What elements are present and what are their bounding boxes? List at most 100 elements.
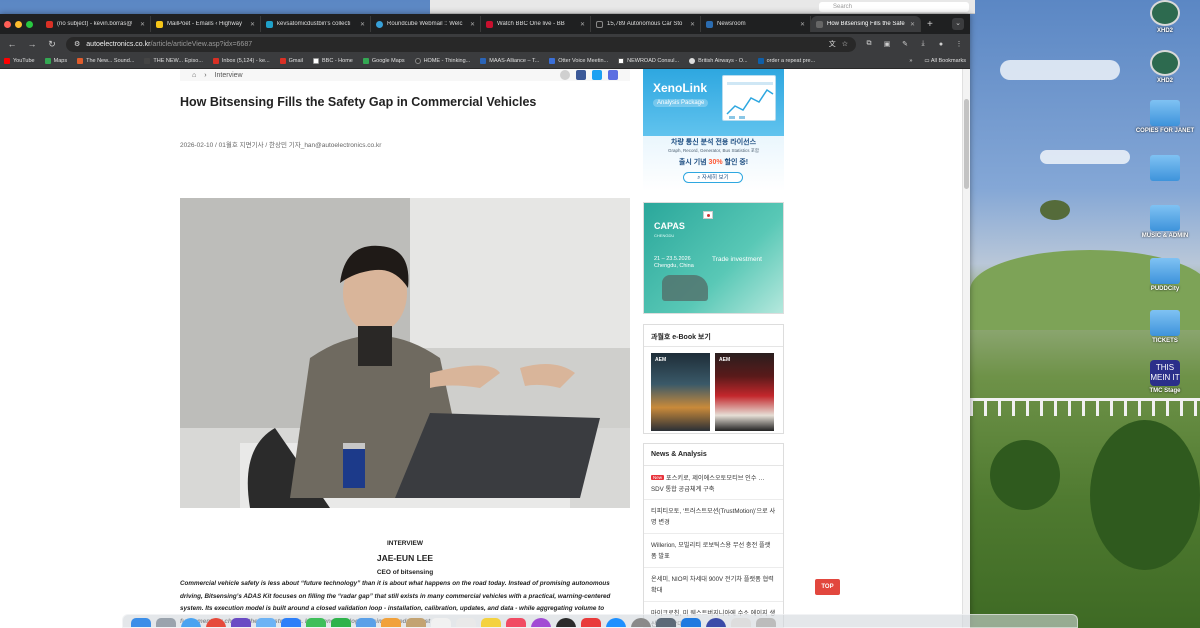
close-tab-icon[interactable]: ✕ [580, 21, 585, 28]
close-window-button[interactable] [4, 20, 11, 28]
app-icon[interactable] [556, 618, 576, 627]
bookmark-gmail[interactable]: Gmail [279, 58, 303, 64]
settings-app-icon[interactable] [631, 618, 651, 627]
close-tab-icon[interactable]: ✕ [140, 21, 145, 28]
bookmark-british-airways[interactable]: British Airways - O... [689, 58, 748, 64]
safari-app-icon[interactable] [181, 618, 201, 627]
launchpad-app-icon[interactable] [156, 618, 176, 627]
news-app-icon[interactable] [581, 618, 601, 627]
app-icon[interactable] [706, 618, 726, 627]
desktop-icon-tickets[interactable]: TICKETS [1130, 310, 1200, 345]
tab-autonomous-car[interactable]: 15,789 Autonomous Car Sto ✕ [591, 16, 701, 32]
tab-bitsensing-article[interactable]: How Bitsensing Fills the Safe ✕ [811, 16, 921, 32]
calendar-app-icon[interactable] [431, 618, 451, 627]
app-icon[interactable] [406, 618, 426, 627]
tab-groups-icon[interactable]: ▣ [882, 40, 892, 48]
ad-details-button[interactable]: ⌕ 자세히 보기 [683, 172, 743, 183]
photos-app-icon[interactable] [381, 618, 401, 627]
close-tab-icon[interactable]: ✕ [690, 21, 695, 28]
desktop-icon-tmc-stage[interactable]: THIS MEIN IT TMC Stage [1130, 360, 1200, 395]
bookmark-home-thinking[interactable]: HOME - Thinking... [414, 58, 470, 64]
page-scrollbar[interactable] [962, 69, 970, 628]
facebook-icon[interactable] [576, 70, 586, 80]
site-info-icon[interactable]: ⚙ [74, 40, 80, 48]
bookmark-order-repeat[interactable]: order a repeat pre... [757, 58, 815, 64]
desktop-icon-xhd2-b[interactable]: XHD2 [1130, 50, 1200, 85]
app-icon[interactable] [256, 618, 276, 627]
menu-kebab-icon[interactable]: ⋮ [954, 40, 964, 48]
ebook-cover-1[interactable]: AEM [651, 353, 710, 431]
bookmark-bbc-home[interactable]: BBC - Home [312, 58, 353, 64]
zoom-window-button[interactable] [26, 20, 33, 28]
bookmark-the-new-episo[interactable]: THE NEW... Episo... [144, 58, 203, 64]
contacts-app-icon[interactable] [456, 618, 476, 627]
address-bar[interactable]: ⚙ autoelectronics.co.kr/article/articleV… [66, 36, 856, 52]
tab-kevsatomicdustbin[interactable]: kevsatomicdustbin's collecti ✕ [261, 16, 371, 32]
home-icon[interactable]: ⌂ [192, 72, 196, 79]
close-tab-icon[interactable]: ✕ [910, 21, 915, 28]
new-tab-button[interactable]: + [927, 19, 933, 30]
podcasts-app-icon[interactable] [531, 618, 551, 627]
app-icon[interactable] [231, 618, 251, 627]
back-arrow-icon[interactable]: ← [6, 39, 18, 49]
desktop-icon-puddcity[interactable]: PUDDCity [1130, 258, 1200, 293]
bookmark-youtube[interactable]: YouTube [4, 58, 35, 64]
notes-app-icon[interactable] [481, 618, 501, 627]
finder-search-field[interactable]: Search [819, 2, 969, 12]
tab-bbc-one[interactable]: Watch BBC One live - BB ✕ [481, 16, 591, 32]
bookmark-star-icon[interactable]: ☆ [842, 40, 848, 48]
facetime-app-icon[interactable] [331, 618, 351, 627]
share-icon[interactable] [608, 70, 618, 80]
all-bookmarks-button[interactable]: ▭ All Bookmarks [924, 58, 966, 64]
news-item[interactable]: 티피티오토, ‘트러스트모션(TrustMotion)’으로 사명 변경 [644, 500, 783, 534]
minimize-window-button[interactable] [15, 20, 22, 28]
app-icon[interactable] [356, 618, 376, 627]
bookmark-google-maps[interactable]: Google Maps [362, 58, 405, 64]
tab-newsroom[interactable]: Newsroom ✕ [701, 16, 811, 32]
download-icon[interactable]: ⤓ [918, 40, 928, 48]
finder-app-icon[interactable] [131, 618, 151, 627]
puzzle-icon[interactable]: ✎ [900, 40, 910, 48]
xenolink-ad-banner[interactable]: XenoLink Analysis Package 차량 통신 분석 전용 라이… [643, 69, 784, 191]
forward-arrow-icon[interactable]: → [26, 39, 38, 49]
close-tab-icon[interactable]: ✕ [800, 21, 805, 28]
close-tab-icon[interactable]: ✕ [470, 21, 475, 28]
extensions-icon[interactable]: ⧉ [864, 40, 874, 48]
tab-gmail[interactable]: (no subject) - kevin.borras@ ✕ [41, 16, 151, 32]
profile-icon[interactable]: ● [936, 41, 946, 48]
chrome-app-icon[interactable] [206, 618, 226, 627]
breadcrumb-interview[interactable]: Interview [215, 72, 243, 79]
downloads-stack-icon[interactable] [731, 618, 751, 627]
bookmark-the-new-sound[interactable]: The New... Sound... [77, 58, 134, 64]
bookmark-newroad[interactable]: NEWROAD Consul... [618, 58, 679, 64]
bookmark-maps[interactable]: Maps [44, 58, 67, 64]
app-store-icon[interactable] [606, 618, 626, 627]
bookmark-inbox[interactable]: Inbox (5,124) - ke... [212, 58, 270, 64]
capas-ad-banner[interactable]: CAPAS CHENGDU 21 – 23.5.2026 Chengdu, Chi… [643, 202, 784, 314]
news-item[interactable]: Willerion, 모빌리티 로보틱스용 무선 충전 플랫폼 발표 [644, 534, 783, 568]
tab-mailpoet[interactable]: MailPoet - Emails ‹ Highway ✕ [151, 16, 261, 32]
trash-icon[interactable] [756, 618, 776, 627]
desktop-icon-music-admin[interactable]: MUSIC & ADMIN [1130, 205, 1200, 240]
translate-icon[interactable]: 文 [829, 39, 836, 49]
twitter-icon[interactable] [592, 70, 602, 80]
desktop-icon-copies-for-janet[interactable]: COPIES FOR JANET [1130, 100, 1200, 135]
news-item[interactable]: New 포스키로, 제이에스오토모티브 인수 … SDV 통합 공급체계 구축 [644, 466, 783, 500]
mail-app-icon[interactable] [281, 618, 301, 627]
print-icon[interactable] [560, 70, 570, 80]
close-tab-icon[interactable]: ✕ [360, 21, 365, 28]
scroll-top-button[interactable]: TOP [815, 579, 840, 595]
bookmarks-more-button[interactable]: » [909, 58, 912, 64]
desktop-icon-xhd2-a[interactable]: XHD2 [1130, 0, 1200, 35]
news-item[interactable]: 온세미, NIO의 차세대 900V 전기차 플랫폼 협력 확대 [644, 568, 783, 602]
app-icon[interactable] [681, 618, 701, 627]
tab-roundcube[interactable]: Roundcube Webmail :: Welc ✕ [371, 16, 481, 32]
app-icon[interactable] [656, 618, 676, 627]
close-tab-icon[interactable]: ✕ [250, 21, 255, 28]
messages-app-icon[interactable] [306, 618, 326, 627]
reload-icon[interactable]: ↻ [46, 39, 58, 50]
scrollbar-thumb[interactable] [964, 99, 969, 189]
desktop-icon-folder[interactable] [1130, 155, 1200, 183]
tab-search-icon[interactable]: ⌄ [952, 18, 964, 30]
bookmark-otter[interactable]: Otter Voice Meetin... [549, 58, 608, 64]
